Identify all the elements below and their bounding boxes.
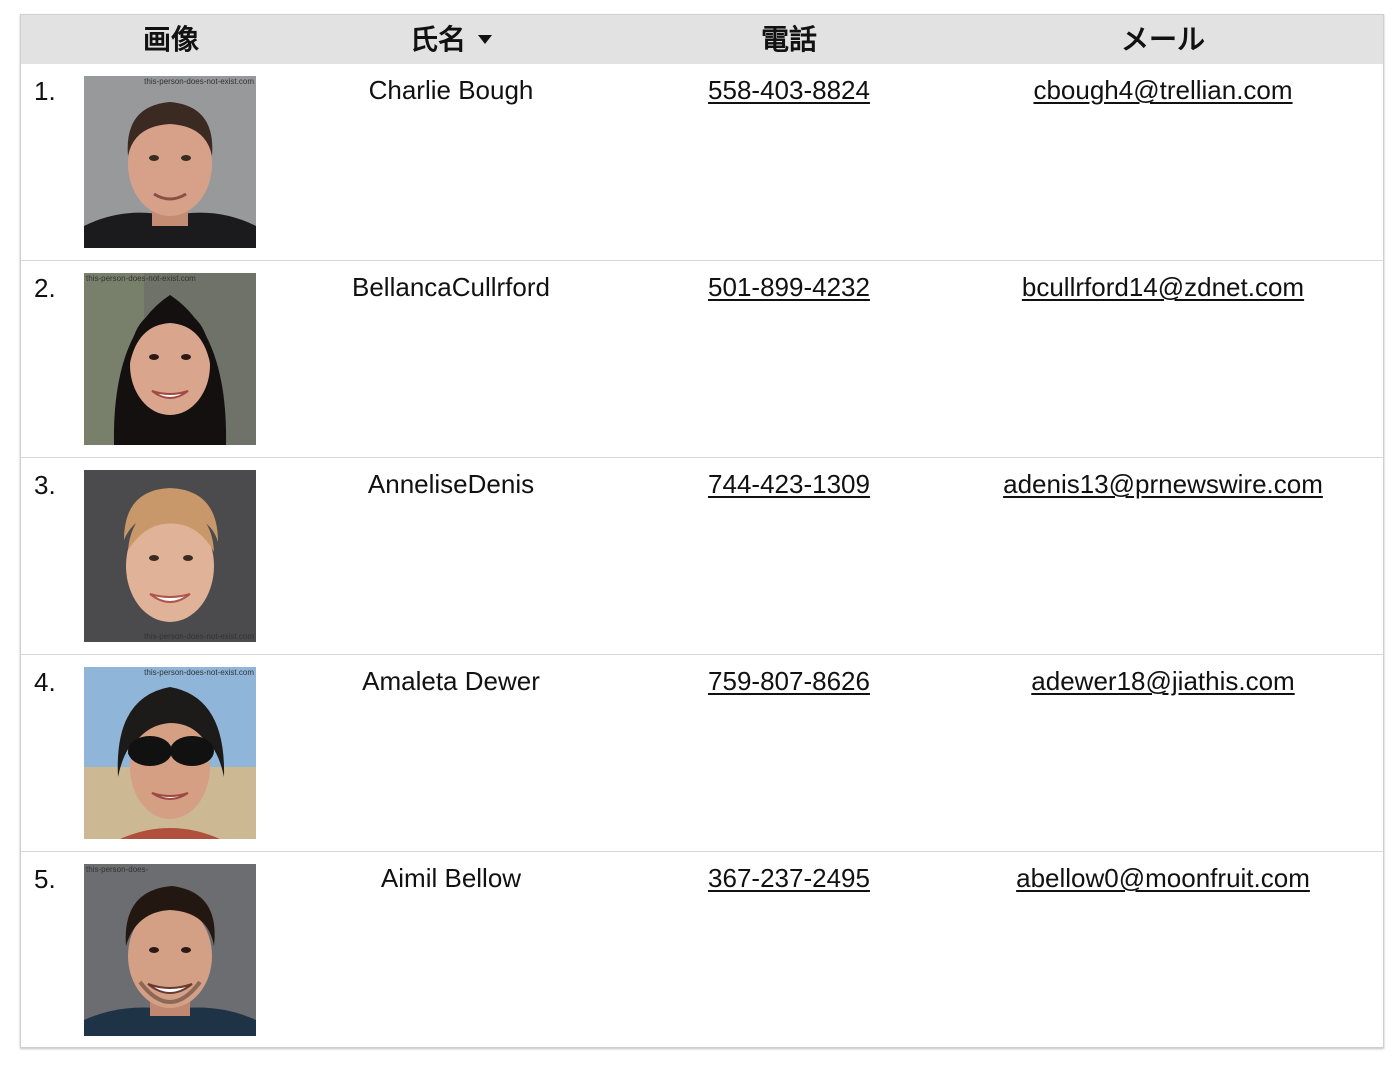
- avatar: this-person-does-not-exist.com: [84, 273, 256, 445]
- avatar: this-person-does-not-exist.com: [84, 76, 256, 248]
- email-link[interactable]: adewer18@jiathis.com: [971, 666, 1355, 697]
- sort-descending-icon[interactable]: [478, 34, 492, 44]
- avatar: this-person-does-not-exist.com: [84, 667, 256, 839]
- contact-name: Charlie Bough: [368, 75, 534, 105]
- avatar: this-person-does-not-exist.com: [84, 470, 256, 642]
- photo-watermark: this-person-does-not-exist.com: [144, 632, 254, 641]
- contact-name: Amaleta Dewer: [362, 666, 540, 696]
- phone-link[interactable]: 367-237-2495: [639, 863, 939, 894]
- email-link[interactable]: cbough4@trellian.com: [971, 75, 1355, 106]
- column-header-name[interactable]: 氏名: [301, 15, 601, 64]
- column-header-image: 画像: [142, 23, 199, 56]
- photo-watermark: this-person-does-not-exist.com: [144, 668, 254, 677]
- phone-link[interactable]: 759-807-8626: [639, 666, 939, 697]
- row-number: 3.: [34, 470, 56, 500]
- column-header-name-label: 氏名: [409, 23, 466, 56]
- email-link[interactable]: abellow0@moonfruit.com: [971, 863, 1355, 894]
- contact-name: Aimil Bellow: [380, 863, 522, 893]
- photo-watermark: this-person-does-: [86, 865, 149, 874]
- table-row: 3. this-person-does-not-exist.com Anneli…: [21, 458, 1383, 655]
- contacts-table: 画像 氏名 電話 メール 1. this-person-does-not-exi…: [20, 14, 1384, 1048]
- table-row: 5. this-person-does- Aimil Bellow 367-23…: [21, 852, 1383, 1049]
- table-row: 4. this-person-does-not-exist.com Amalet…: [21, 655, 1383, 852]
- phone-link[interactable]: 501-899-4232: [639, 272, 939, 303]
- row-number: 2.: [34, 273, 56, 303]
- photo-watermark: this-person-does-not-exist.com: [86, 274, 196, 283]
- column-header-phone: 電話: [760, 23, 817, 56]
- email-link[interactable]: adenis13@prnewswire.com: [971, 469, 1355, 500]
- email-link[interactable]: bcullrford14@zdnet.com: [971, 272, 1355, 303]
- table-row: 1. this-person-does-not-exist.com Charli…: [21, 64, 1383, 261]
- table-row: 2. this-person-does-not-exist.com Bellan…: [21, 261, 1383, 458]
- column-header-email: メール: [1120, 23, 1205, 56]
- row-number: 4.: [34, 667, 56, 697]
- row-number: 5.: [34, 864, 56, 894]
- contact-name: AnneliseDenis: [367, 469, 535, 499]
- table-header-row: 画像 氏名 電話 メール: [21, 15, 1383, 64]
- row-number: 1.: [34, 76, 56, 106]
- contact-name: BellancaCullrford: [352, 272, 550, 302]
- phone-link[interactable]: 744-423-1309: [639, 469, 939, 500]
- phone-link[interactable]: 558-403-8824: [639, 75, 939, 106]
- avatar: this-person-does-: [84, 864, 256, 1036]
- photo-watermark: this-person-does-not-exist.com: [144, 77, 254, 86]
